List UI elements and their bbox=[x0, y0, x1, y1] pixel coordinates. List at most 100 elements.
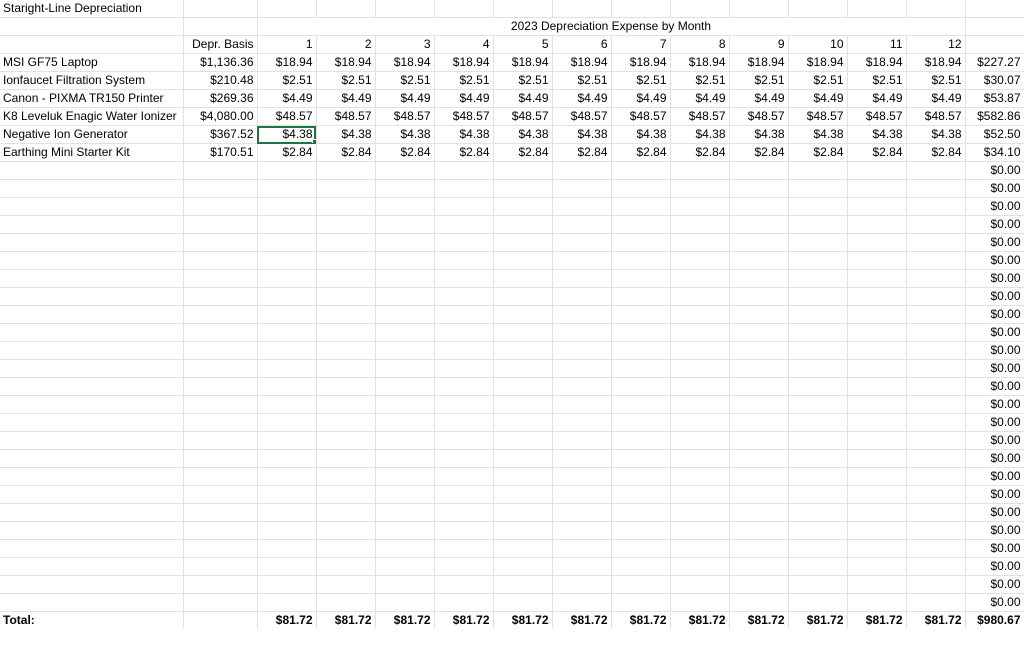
empty-cell[interactable] bbox=[552, 377, 612, 396]
empty-cell[interactable] bbox=[257, 557, 317, 576]
empty-cell[interactable] bbox=[493, 341, 553, 360]
empty-cell[interactable] bbox=[788, 431, 848, 450]
monthly-expense-cell[interactable]: $18.94 bbox=[552, 53, 612, 72]
row-total-cell[interactable]: $0.00 bbox=[965, 269, 1024, 288]
empty-cell[interactable] bbox=[434, 593, 494, 612]
empty-cell[interactable] bbox=[493, 233, 553, 252]
empty-cell[interactable] bbox=[183, 305, 258, 324]
asset-name-cell[interactable]: K8 Leveluk Enagic Water Ionizer bbox=[0, 107, 184, 126]
sheet-title-cell[interactable]: Staright-Line Depreciation bbox=[0, 0, 184, 18]
empty-cell[interactable] bbox=[788, 161, 848, 180]
empty-cell[interactable] bbox=[788, 449, 848, 468]
empty-cell[interactable] bbox=[493, 0, 553, 18]
empty-cell[interactable] bbox=[847, 161, 907, 180]
empty-cell[interactable] bbox=[552, 161, 612, 180]
empty-cell[interactable] bbox=[434, 323, 494, 342]
monthly-expense-cell[interactable]: $18.94 bbox=[670, 53, 730, 72]
empty-cell[interactable] bbox=[965, 17, 1024, 36]
month-header-cell[interactable]: 8 bbox=[670, 35, 730, 54]
empty-cell[interactable] bbox=[0, 269, 184, 288]
empty-cell[interactable] bbox=[257, 341, 317, 360]
empty-cell[interactable] bbox=[183, 17, 258, 36]
empty-cell[interactable] bbox=[906, 593, 966, 612]
empty-cell[interactable] bbox=[493, 287, 553, 306]
empty-cell[interactable] bbox=[670, 467, 730, 486]
empty-cell[interactable] bbox=[183, 251, 258, 270]
empty-cell[interactable] bbox=[729, 539, 789, 558]
empty-cell[interactable] bbox=[847, 233, 907, 252]
empty-cell[interactable] bbox=[906, 161, 966, 180]
monthly-expense-cell[interactable]: $4.38 bbox=[788, 125, 848, 144]
empty-cell[interactable] bbox=[729, 485, 789, 504]
empty-cell[interactable] bbox=[183, 575, 258, 594]
empty-cell[interactable] bbox=[183, 197, 258, 216]
empty-cell[interactable] bbox=[611, 575, 671, 594]
empty-cell[interactable] bbox=[375, 521, 435, 540]
monthly-expense-cell[interactable]: $48.57 bbox=[375, 107, 435, 126]
row-total-cell[interactable]: $30.07 bbox=[965, 71, 1024, 90]
empty-cell[interactable] bbox=[257, 503, 317, 522]
empty-cell[interactable] bbox=[0, 395, 184, 414]
empty-cell[interactable] bbox=[0, 305, 184, 324]
empty-cell[interactable] bbox=[788, 467, 848, 486]
empty-cell[interactable] bbox=[847, 323, 907, 342]
empty-cell[interactable] bbox=[183, 503, 258, 522]
empty-cell[interactable] bbox=[552, 431, 612, 450]
empty-cell[interactable] bbox=[316, 575, 376, 594]
empty-cell[interactable] bbox=[316, 557, 376, 576]
empty-cell[interactable] bbox=[552, 359, 612, 378]
monthly-expense-cell[interactable]: $2.84 bbox=[257, 143, 317, 162]
empty-cell[interactable] bbox=[434, 449, 494, 468]
empty-cell[interactable] bbox=[611, 413, 671, 432]
empty-cell[interactable] bbox=[552, 593, 612, 612]
monthly-total-cell[interactable]: $81.72 bbox=[611, 611, 671, 629]
monthly-expense-cell[interactable]: $48.57 bbox=[670, 107, 730, 126]
empty-cell[interactable] bbox=[434, 215, 494, 234]
row-total-cell[interactable]: $227.27 bbox=[965, 53, 1024, 72]
empty-cell[interactable] bbox=[906, 305, 966, 324]
empty-cell[interactable] bbox=[316, 233, 376, 252]
total-label-cell[interactable]: Total: bbox=[0, 611, 184, 629]
empty-cell[interactable] bbox=[788, 233, 848, 252]
monthly-total-cell[interactable]: $81.72 bbox=[847, 611, 907, 629]
monthly-expense-cell[interactable]: $18.94 bbox=[729, 53, 789, 72]
empty-cell[interactable] bbox=[0, 467, 184, 486]
empty-cell[interactable] bbox=[0, 557, 184, 576]
empty-cell[interactable] bbox=[670, 413, 730, 432]
empty-cell[interactable] bbox=[375, 503, 435, 522]
empty-cell[interactable] bbox=[847, 305, 907, 324]
empty-cell[interactable] bbox=[729, 215, 789, 234]
empty-cell[interactable] bbox=[183, 593, 258, 612]
empty-cell[interactable] bbox=[183, 611, 258, 629]
empty-cell[interactable] bbox=[0, 215, 184, 234]
empty-cell[interactable] bbox=[434, 287, 494, 306]
empty-cell[interactable] bbox=[257, 575, 317, 594]
empty-cell[interactable] bbox=[493, 575, 553, 594]
empty-cell[interactable] bbox=[906, 575, 966, 594]
empty-cell[interactable] bbox=[729, 179, 789, 198]
empty-cell[interactable] bbox=[670, 539, 730, 558]
empty-cell[interactable] bbox=[729, 0, 789, 18]
empty-cell[interactable] bbox=[847, 395, 907, 414]
empty-cell[interactable] bbox=[788, 503, 848, 522]
empty-cell[interactable] bbox=[316, 215, 376, 234]
empty-cell[interactable] bbox=[434, 179, 494, 198]
empty-cell[interactable] bbox=[847, 485, 907, 504]
empty-cell[interactable] bbox=[375, 557, 435, 576]
empty-cell[interactable] bbox=[552, 539, 612, 558]
empty-cell[interactable] bbox=[316, 305, 376, 324]
monthly-total-cell[interactable]: $81.72 bbox=[788, 611, 848, 629]
empty-cell[interactable] bbox=[670, 269, 730, 288]
empty-cell[interactable] bbox=[670, 251, 730, 270]
empty-cell[interactable] bbox=[611, 503, 671, 522]
empty-cell[interactable] bbox=[183, 0, 258, 18]
empty-cell[interactable] bbox=[316, 395, 376, 414]
empty-cell[interactable] bbox=[316, 431, 376, 450]
monthly-expense-cell[interactable]: $18.94 bbox=[847, 53, 907, 72]
monthly-expense-cell[interactable]: $18.94 bbox=[257, 53, 317, 72]
empty-cell[interactable] bbox=[493, 593, 553, 612]
empty-cell[interactable] bbox=[0, 377, 184, 396]
row-total-cell[interactable]: $0.00 bbox=[965, 233, 1024, 252]
empty-cell[interactable] bbox=[788, 377, 848, 396]
empty-cell[interactable] bbox=[434, 431, 494, 450]
